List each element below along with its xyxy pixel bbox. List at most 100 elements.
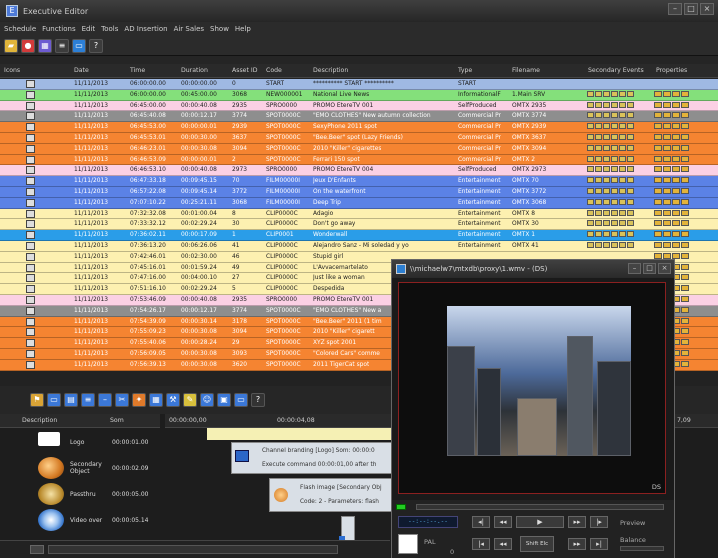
menu-edit[interactable]: Edit bbox=[82, 25, 96, 33]
menu-help[interactable]: Help bbox=[235, 25, 251, 33]
table-row[interactable]: 11/11/2013 06:45:40.08 00:00:12.17 3774 SPOT… bbox=[0, 111, 718, 123]
layout-icon[interactable]: ▤ bbox=[64, 393, 78, 407]
fast-forward-icon[interactable]: ▸▸ bbox=[568, 516, 586, 528]
open-folder-icon[interactable]: ▰ bbox=[4, 38, 18, 53]
properties-icons[interactable] bbox=[654, 220, 704, 227]
properties-icons[interactable] bbox=[654, 112, 704, 119]
table-row[interactable]: 11/11/2013 07:36:02.11 00:00:17.09 1 CLIP000… bbox=[0, 230, 718, 241]
balance-slider[interactable] bbox=[620, 546, 664, 551]
media-icon[interactable]: ▦ bbox=[38, 38, 52, 53]
screen-icon[interactable]: ▭ bbox=[234, 393, 248, 407]
properties-icons[interactable] bbox=[654, 188, 704, 194]
col-description[interactable]: Description bbox=[313, 67, 348, 74]
secondary-events-icons[interactable] bbox=[587, 231, 645, 238]
table-row[interactable]: 11/11/2013 06:00:00.00 00:00:00.00 0 START **… bbox=[0, 79, 718, 90]
library-item-secondary-object[interactable]: Secondary Object 00:00:02.09 bbox=[0, 454, 160, 482]
secondary-events-icons[interactable] bbox=[587, 101, 645, 108]
table-row[interactable]: 11/11/2013 06:00:00.00 00:45:00.00 3068 NEW0… bbox=[0, 89, 718, 101]
col-time[interactable]: Time bbox=[130, 67, 145, 74]
close-icon[interactable]: × bbox=[700, 3, 714, 15]
shuttle-button[interactable]: Shift Elc bbox=[520, 536, 554, 552]
skip-forward-icon[interactable]: ▸▸ bbox=[568, 538, 586, 550]
col-secondary-events[interactable]: Secondary Events bbox=[588, 67, 644, 74]
help-icon[interactable]: ? bbox=[251, 393, 265, 407]
cut-icon[interactable]: ✂ bbox=[115, 393, 129, 407]
channel-branding-clip[interactable]: Channel branding [Logo] Som: 00:00:0 Exe… bbox=[231, 442, 411, 474]
properties-icons[interactable] bbox=[654, 90, 704, 97]
mark-in-icon[interactable]: |◂ bbox=[472, 538, 490, 550]
properties-icons[interactable] bbox=[654, 166, 704, 173]
library-item-logo[interactable]: Logo 00:00:01.00 bbox=[0, 428, 160, 456]
secondary-events-icons[interactable] bbox=[587, 144, 645, 151]
properties-icons[interactable] bbox=[654, 242, 704, 248]
table-row[interactable]: 11/11/2013 06:46:53.09 00:00:00.01 2 SPOT000… bbox=[0, 154, 718, 166]
col-code[interactable]: Code bbox=[266, 67, 282, 74]
film-icon[interactable]: ▦ bbox=[149, 393, 163, 407]
secondary-events-icons[interactable] bbox=[587, 177, 645, 184]
col-date[interactable]: Date bbox=[74, 67, 89, 74]
menu-tools[interactable]: Tools bbox=[101, 25, 118, 33]
minimize-icon[interactable]: – bbox=[668, 3, 682, 15]
library-item-passthru[interactable]: Passthru 00:00:05.00 bbox=[0, 480, 160, 508]
library-item-video-over[interactable]: Video over 00:00:05.14 bbox=[0, 506, 160, 534]
rewind-icon[interactable]: ◂◂ bbox=[494, 516, 512, 528]
secondary-events-icons[interactable] bbox=[587, 155, 645, 162]
secondary-events-icons[interactable] bbox=[587, 198, 645, 205]
secondary-events-icons[interactable] bbox=[587, 220, 645, 227]
table-row[interactable]: 11/11/2013 07:07:10.22 00:25:21.11 3068 FILM… bbox=[0, 197, 718, 209]
menu-schedule[interactable]: Schedule bbox=[4, 25, 36, 33]
list-icon[interactable]: ≡ bbox=[81, 393, 95, 407]
secondary-events-icons[interactable] bbox=[587, 242, 645, 248]
menu-ad-insertion[interactable]: AD Insertion bbox=[124, 25, 167, 33]
preview-icon[interactable]: ▣ bbox=[217, 393, 231, 407]
properties-icons[interactable] bbox=[654, 144, 704, 151]
playlist-icon[interactable]: ≡ bbox=[55, 38, 69, 53]
maximize-icon[interactable]: □ bbox=[643, 263, 656, 274]
col-filename[interactable]: Filename bbox=[512, 67, 540, 74]
table-row[interactable]: 11/11/2013 07:33:32.12 00:02:29.24 30 CLIP00… bbox=[0, 219, 718, 231]
properties-icons[interactable] bbox=[654, 252, 704, 259]
help-icon[interactable]: ? bbox=[89, 38, 103, 53]
close-icon[interactable]: × bbox=[658, 263, 671, 274]
table-row[interactable]: 11/11/2013 06:45:53.01 00:00:30.00 3637 SPOT… bbox=[0, 133, 718, 144]
menu-functions[interactable]: Functions bbox=[42, 25, 75, 33]
note-icon[interactable]: ✎ bbox=[183, 393, 197, 407]
step-forward-icon[interactable]: |▸ bbox=[590, 516, 608, 528]
col-asset-id[interactable]: Asset ID bbox=[232, 67, 257, 74]
menu-show[interactable]: Show bbox=[210, 25, 229, 33]
properties-icons[interactable] bbox=[654, 123, 704, 130]
properties-icons[interactable] bbox=[654, 101, 704, 108]
secondary-events-icons[interactable] bbox=[587, 188, 645, 194]
seek-bar[interactable] bbox=[416, 504, 664, 510]
skip-back-icon[interactable]: ◂◂ bbox=[494, 538, 512, 550]
properties-icons[interactable] bbox=[654, 209, 704, 216]
col-icons[interactable]: Icons bbox=[4, 67, 20, 74]
properties-icons[interactable] bbox=[654, 231, 704, 238]
secondary-events-icons[interactable] bbox=[587, 134, 645, 140]
play-icon[interactable]: ▶ bbox=[516, 516, 564, 528]
properties-icons[interactable] bbox=[654, 177, 704, 184]
col-properties[interactable]: Properties bbox=[656, 67, 687, 74]
col-duration[interactable]: Duration bbox=[181, 67, 208, 74]
tools-icon[interactable]: ⚒ bbox=[166, 393, 180, 407]
mark-out-icon[interactable]: ▸| bbox=[590, 538, 608, 550]
secondary-events-icons[interactable] bbox=[587, 90, 645, 97]
col-type[interactable]: Type bbox=[458, 67, 472, 74]
monitor-icon[interactable]: ▭ bbox=[72, 38, 86, 53]
table-row[interactable]: 11/11/2013 07:36:13.20 00:06:26.06 41 CLIP00… bbox=[0, 241, 718, 252]
table-row[interactable]: 11/11/2013 06:45:53.00 00:00:00.01 2939 SPOT… bbox=[0, 122, 718, 133]
table-row[interactable]: 11/11/2013 06:45:00.00 00:00:40.08 2935 SPRO… bbox=[0, 100, 718, 112]
step-back-icon[interactable]: ◂| bbox=[472, 516, 490, 528]
table-row[interactable]: 11/11/2013 07:32:32.08 00:01:00.04 8 CLIP000… bbox=[0, 208, 718, 220]
wizard-icon[interactable]: ✦ bbox=[132, 393, 146, 407]
properties-icons[interactable] bbox=[654, 198, 704, 205]
user-icon[interactable]: ☺ bbox=[200, 393, 214, 407]
minimize-icon[interactable]: – bbox=[628, 263, 641, 274]
horizontal-scrollbar[interactable] bbox=[48, 545, 338, 554]
table-row[interactable]: 11/11/2013 06:57:22.08 00:09:45.14 3772 FILM… bbox=[0, 187, 718, 198]
secondary-events-icons[interactable] bbox=[587, 166, 645, 173]
minus-icon[interactable]: – bbox=[98, 393, 112, 407]
secondary-events-icons[interactable] bbox=[587, 112, 645, 119]
properties-icons[interactable] bbox=[654, 134, 704, 140]
table-row[interactable]: 11/11/2013 06:46:53.10 00:00:40.08 2973 SPRO… bbox=[0, 165, 718, 177]
